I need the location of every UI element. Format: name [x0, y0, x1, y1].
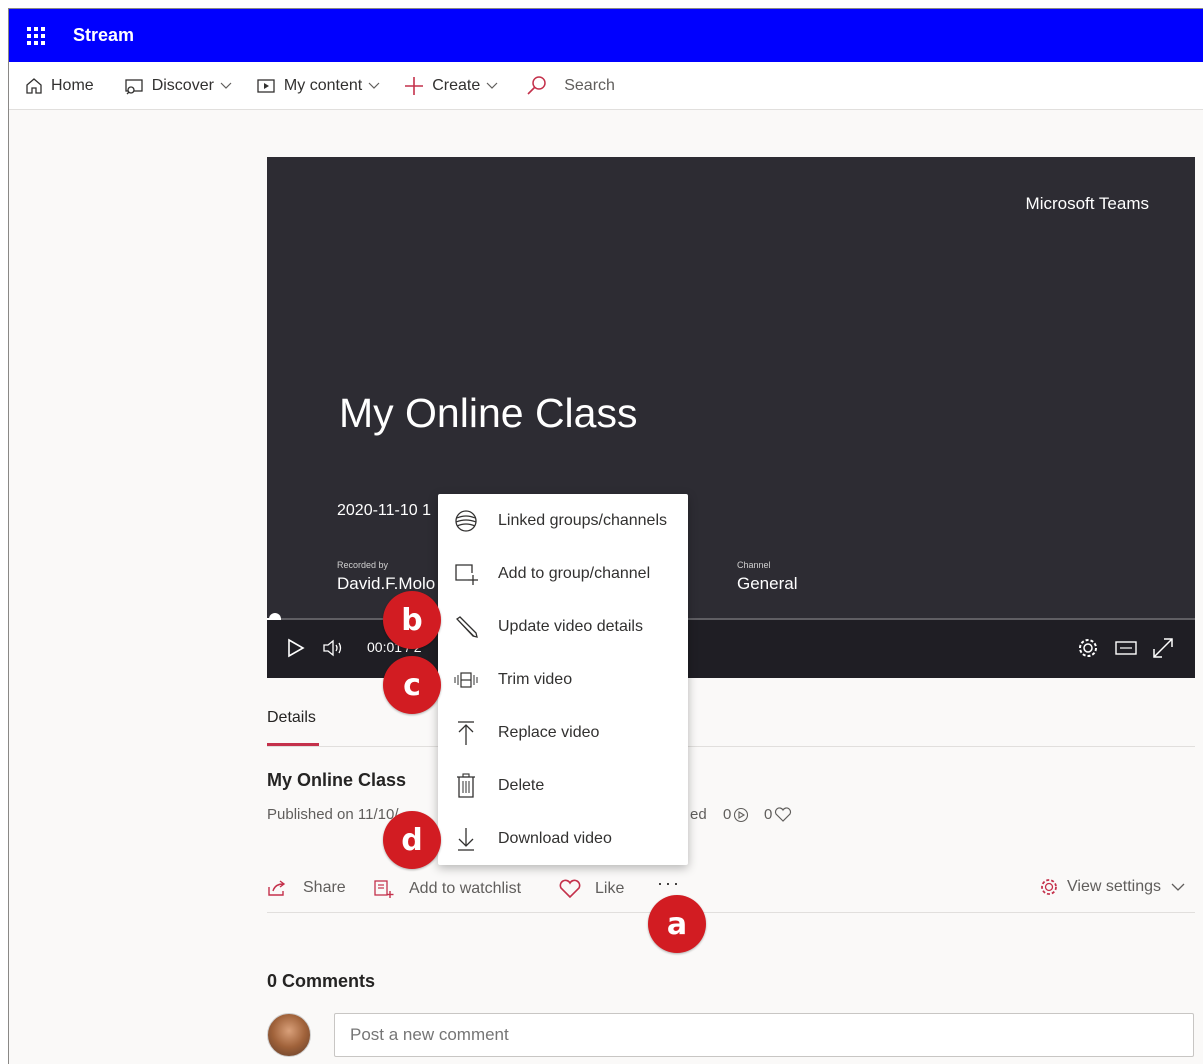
- menu-item-trim-video[interactable]: Trim video: [438, 653, 688, 706]
- globe-icon: [453, 508, 479, 534]
- gear-icon: [1041, 879, 1057, 895]
- nav-bar: Home Discover My content Create Search: [9, 62, 1203, 110]
- app-launcher-icon[interactable]: [25, 25, 47, 47]
- likes-value: 0: [764, 806, 773, 823]
- add-to-group-icon: [453, 561, 479, 587]
- download-icon: [453, 826, 479, 852]
- views-icon: [734, 807, 749, 822]
- stat-label-partial: ed: [690, 806, 707, 823]
- watchlist-icon: [374, 880, 394, 898]
- nav-create-label: Create: [432, 76, 481, 94]
- annotation-badge-a: a: [648, 895, 706, 953]
- tab-details-underline: [267, 743, 319, 746]
- top-bar: Stream: [9, 9, 1203, 62]
- chevron-down-icon: [1171, 883, 1185, 891]
- views-value: 0: [723, 806, 732, 823]
- comment-input[interactable]: [334, 1013, 1194, 1057]
- share-icon: [268, 880, 286, 896]
- views-count: 0: [723, 806, 749, 823]
- theater-mode-icon[interactable]: [1115, 640, 1137, 656]
- tab-details[interactable]: Details: [267, 709, 316, 727]
- volume-icon[interactable]: [322, 639, 346, 657]
- chevron-down-icon: [220, 82, 232, 89]
- share-button[interactable]: Share: [267, 879, 346, 897]
- like-button[interactable]: Like: [559, 879, 624, 899]
- heart-icon: [559, 879, 581, 899]
- nav-my-content-label: My content: [283, 76, 363, 94]
- discover-icon: [125, 78, 143, 94]
- chevron-down-icon: [486, 82, 498, 89]
- nav-home-label: Home: [51, 76, 94, 94]
- avatar: [267, 1013, 311, 1057]
- likes-count: 0: [764, 806, 792, 823]
- search-label: Search: [564, 76, 615, 94]
- channel-label: Channel: [737, 560, 771, 570]
- channel-name: General: [737, 574, 798, 593]
- trash-icon: [453, 772, 479, 799]
- pencil-icon: [453, 614, 479, 640]
- comments-heading: 0 Comments: [267, 971, 376, 991]
- menu-item-replace-video[interactable]: Replace video: [438, 706, 688, 759]
- search-box[interactable]: Search: [526, 75, 615, 97]
- gear-icon[interactable]: [1077, 637, 1099, 659]
- action-bar: Share Add to watchlist Like ··· View set…: [267, 873, 1195, 913]
- menu-item-update-details[interactable]: Update video details: [438, 600, 688, 653]
- home-icon: [26, 77, 42, 94]
- video-slide-title: My Online Class: [339, 390, 638, 436]
- published-date: Published on 11/10/: [267, 806, 399, 823]
- menu-item-label: Trim video: [498, 670, 573, 688]
- heart-icon: [775, 806, 792, 822]
- menu-item-linked-groups[interactable]: Linked groups/channels: [438, 494, 688, 547]
- view-settings-label: View settings: [1067, 878, 1161, 895]
- search-icon: [527, 75, 546, 95]
- menu-item-label: Replace video: [498, 723, 600, 741]
- play-icon[interactable]: [287, 638, 305, 658]
- like-label: Like: [595, 880, 625, 897]
- share-label: Share: [303, 879, 346, 896]
- video-title: My Online Class: [267, 770, 407, 790]
- video-watermark: Microsoft Teams: [1025, 194, 1149, 213]
- menu-item-download-video[interactable]: Download video: [438, 812, 688, 865]
- annotation-badge-c: c: [383, 656, 441, 714]
- my-content-icon: [257, 78, 275, 93]
- nav-discover[interactable]: Discover: [124, 77, 232, 95]
- nav-home[interactable]: Home: [25, 77, 94, 95]
- upload-icon: [453, 720, 479, 746]
- more-options-button[interactable]: ···: [657, 873, 681, 894]
- nav-create[interactable]: Create: [404, 76, 498, 96]
- recorded-by-label: Recorded by: [337, 560, 389, 570]
- add-to-watchlist-button[interactable]: Add to watchlist: [373, 879, 521, 899]
- watchlist-label: Add to watchlist: [409, 880, 522, 897]
- menu-item-label: Add to group/channel: [498, 564, 651, 582]
- plus-icon: [405, 76, 424, 95]
- more-options-menu: Linked groups/channels Add to group/chan…: [438, 494, 688, 865]
- menu-item-label: Download video: [498, 829, 612, 847]
- view-settings-button[interactable]: View settings: [1039, 877, 1185, 897]
- menu-item-add-to-group[interactable]: Add to group/channel: [438, 547, 688, 600]
- menu-item-delete[interactable]: Delete: [438, 759, 688, 812]
- annotation-badge-d: d: [383, 811, 441, 869]
- menu-item-label: Linked groups/channels: [498, 511, 668, 529]
- annotation-badge-b: b: [383, 591, 441, 649]
- chevron-down-icon: [368, 82, 380, 89]
- trim-icon: [453, 667, 479, 693]
- nav-my-content[interactable]: My content: [256, 77, 380, 95]
- nav-discover-label: Discover: [151, 76, 214, 94]
- fullscreen-icon[interactable]: [1151, 636, 1175, 660]
- menu-item-label: Update video details: [498, 617, 643, 635]
- recorded-by-name: David.F.Molo: [337, 574, 436, 593]
- app-name[interactable]: Stream: [73, 25, 134, 46]
- video-slide-date: 2020-11-10 1: [337, 502, 431, 519]
- app-frame: Stream Home Discover My content Create S…: [8, 8, 1203, 1064]
- menu-item-label: Delete: [498, 776, 545, 794]
